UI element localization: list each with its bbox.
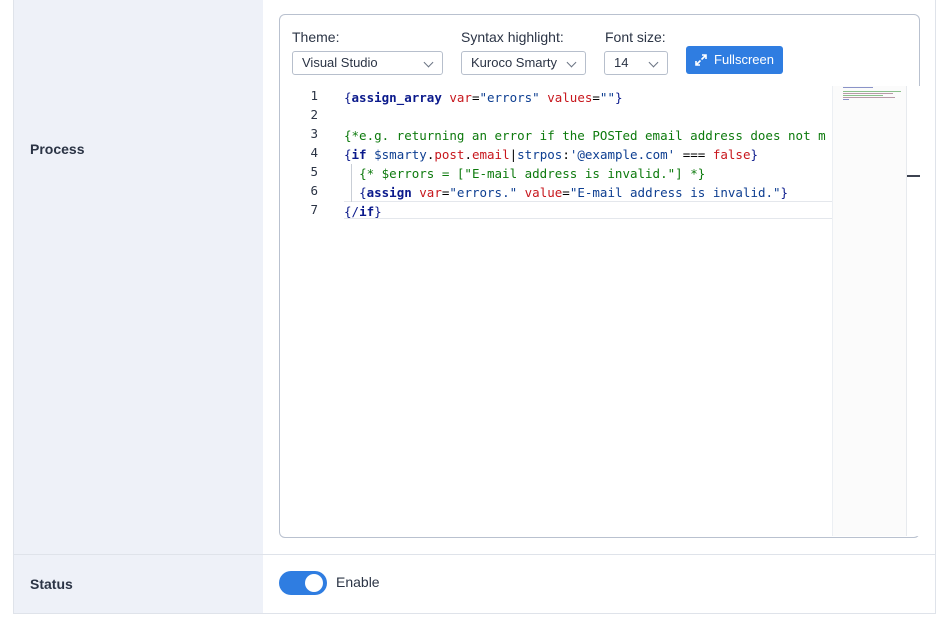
- code-line: {/if}: [344, 204, 382, 219]
- row-divider: [14, 554, 936, 555]
- font-size-label: Font size:: [605, 29, 666, 45]
- line-number: 7: [310, 202, 318, 217]
- code-line: {assign_array var="errors" values=""}: [344, 90, 623, 105]
- theme-select[interactable]: Visual Studio: [292, 51, 443, 75]
- line-number: 6: [310, 183, 318, 198]
- code-line: {*e.g. returning an error if the POSTed …: [344, 128, 826, 143]
- process-row-label: Process: [30, 141, 85, 157]
- font-size-select[interactable]: 14: [604, 51, 668, 75]
- scrollbar-thumb[interactable]: [907, 175, 920, 177]
- chevron-down-icon: [566, 57, 577, 68]
- line-number: 2: [310, 107, 318, 122]
- chevron-down-icon: [648, 57, 659, 68]
- line-number: 1: [310, 88, 318, 103]
- status-toggle-label: Enable: [336, 574, 380, 590]
- font-size-select-value: 14: [614, 55, 629, 70]
- fullscreen-button-label: Fullscreen: [714, 52, 774, 67]
- editor-scrollbar[interactable]: [906, 86, 920, 536]
- chevron-down-icon: [423, 57, 434, 68]
- status-enable-toggle[interactable]: [279, 571, 327, 595]
- theme-label: Theme:: [292, 29, 340, 45]
- expand-arrows-icon: [695, 54, 707, 66]
- code-line: {assign var="errors." value="E-mail addr…: [359, 185, 789, 200]
- line-number: 4: [310, 145, 318, 160]
- fullscreen-button[interactable]: Fullscreen: [686, 46, 783, 74]
- toggle-knob: [305, 574, 323, 592]
- syntax-highlight-select-value: Kuroco Smarty: [471, 55, 557, 70]
- code-minimap[interactable]: [832, 86, 907, 536]
- code-line: {* $errors = ["E-mail address is invalid…: [359, 166, 706, 181]
- line-number: 3: [310, 126, 318, 141]
- line-number: 5: [310, 164, 318, 179]
- syntax-highlight-label: Syntax highlight:: [461, 29, 564, 45]
- code-text-area[interactable]: {assign_array var="errors" values=""} {*…: [344, 88, 832, 528]
- label-column-bg: [14, 0, 263, 613]
- status-row-label: Status: [30, 576, 73, 592]
- theme-select-value: Visual Studio: [302, 55, 378, 70]
- code-line: {if $smarty.post.email|strpos:'@example.…: [344, 147, 759, 162]
- syntax-highlight-select[interactable]: Kuroco Smarty: [461, 51, 586, 75]
